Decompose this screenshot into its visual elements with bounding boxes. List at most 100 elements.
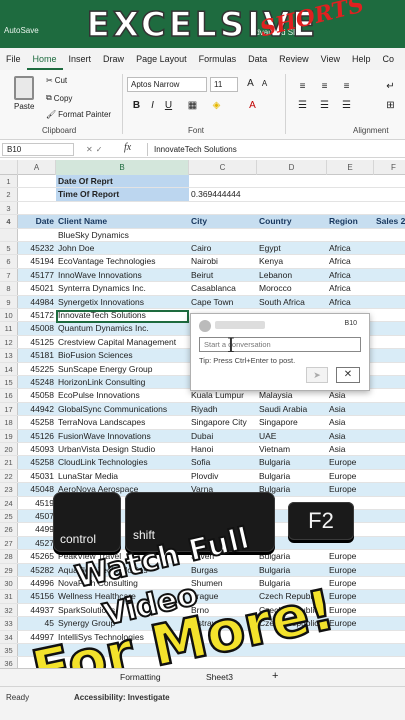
align-top-icon[interactable]: ≡ bbox=[296, 80, 309, 94]
cell-e[interactable]: Region bbox=[327, 215, 374, 227]
cell-f[interactable] bbox=[374, 604, 405, 616]
cell-e[interactable]: Europe bbox=[327, 577, 374, 589]
format-painter-button[interactable]: 🖌 Format Painter bbox=[46, 110, 111, 119]
cell-c[interactable]: Kuala Lumpur bbox=[189, 389, 257, 401]
copy-button[interactable]: ⧉ Copy bbox=[46, 93, 72, 103]
cell-c[interactable]: Hanoi bbox=[189, 443, 257, 455]
cell-d[interactable]: UAE bbox=[257, 430, 327, 442]
comment-input[interactable]: Start a conversation bbox=[199, 337, 361, 352]
menu-draw[interactable]: Draw bbox=[97, 48, 130, 70]
align-center-icon[interactable]: ☰ bbox=[318, 99, 331, 113]
cell-b[interactable]: Date Of Reprt bbox=[56, 175, 189, 188]
cell-b[interactable]: InnoWave Innovations bbox=[56, 269, 189, 281]
cell-a[interactable]: 45194 bbox=[18, 255, 56, 267]
cell-b[interactable]: John Doe bbox=[56, 242, 189, 254]
cell-b[interactable]: UrbanVista Design Studio bbox=[56, 443, 189, 455]
row-header[interactable]: 9 bbox=[0, 295, 18, 308]
cell-c[interactable]: Cairo bbox=[189, 242, 257, 254]
cell-e[interactable]: Asia bbox=[327, 389, 374, 401]
cell-e[interactable]: Asia bbox=[327, 403, 374, 415]
cell-e[interactable]: Asia bbox=[327, 416, 374, 428]
cell-d[interactable]: Vietnam bbox=[257, 443, 327, 455]
cell-e[interactable]: Africa bbox=[327, 255, 374, 267]
cell-f[interactable] bbox=[374, 590, 405, 602]
cell-e[interactable]: Europe bbox=[327, 483, 374, 495]
cell-f[interactable] bbox=[374, 255, 405, 267]
row-header[interactable]: 15 bbox=[0, 376, 18, 389]
cell-e[interactable] bbox=[327, 175, 374, 187]
cell-f[interactable] bbox=[374, 483, 405, 495]
cell-f[interactable] bbox=[374, 322, 405, 334]
row-header[interactable]: 34 bbox=[0, 630, 18, 643]
cell-f[interactable] bbox=[374, 175, 405, 187]
cell-f[interactable] bbox=[374, 363, 405, 375]
cell-f[interactable] bbox=[374, 430, 405, 442]
cell-d[interactable]: Morocco bbox=[257, 282, 327, 294]
cell-e[interactable]: Europe bbox=[327, 564, 374, 576]
row-header[interactable]: 25 bbox=[0, 510, 18, 523]
row-header[interactable]: 7 bbox=[0, 268, 18, 282]
cell-d[interactable] bbox=[257, 188, 327, 200]
row-header[interactable]: 10 bbox=[0, 309, 18, 322]
row-header[interactable]: 2 bbox=[0, 188, 18, 201]
cell-c[interactable]: Sofia bbox=[189, 456, 257, 468]
cell-a[interactable]: 45258 bbox=[18, 416, 56, 428]
row-header[interactable]: 8 bbox=[0, 282, 18, 295]
sheet-tab-formatting[interactable]: Formatting bbox=[120, 672, 161, 682]
row-header[interactable]: 16 bbox=[0, 389, 18, 402]
row-header[interactable]: 24 bbox=[0, 496, 18, 509]
cell-b[interactable]: Client Name bbox=[56, 215, 189, 227]
cell-f[interactable] bbox=[374, 537, 405, 549]
cell-c[interactable] bbox=[189, 202, 257, 214]
cell-a[interactable]: 45008 bbox=[18, 322, 56, 334]
row-header[interactable]: 26 bbox=[0, 523, 18, 536]
cell-f[interactable] bbox=[374, 403, 405, 415]
cell-d[interactable]: Kenya bbox=[257, 255, 327, 267]
row-header[interactable]: 11 bbox=[0, 322, 18, 335]
column-header-f[interactable]: F bbox=[374, 160, 405, 175]
cell-c[interactable]: Beirut bbox=[189, 269, 257, 281]
cell-b[interactable]: FusionWave Innovations bbox=[56, 430, 189, 442]
cell-e[interactable] bbox=[327, 657, 374, 668]
cell-e[interactable]: Africa bbox=[327, 282, 374, 294]
cell-f[interactable] bbox=[374, 550, 405, 562]
cell-a[interactable]: 45 bbox=[18, 617, 56, 629]
cell-a[interactable]: 4519 bbox=[18, 497, 56, 509]
cell-e[interactable] bbox=[327, 644, 374, 656]
cell-b[interactable]: SunScape Energy Group bbox=[56, 363, 189, 375]
cell-c[interactable]: Singapore City bbox=[189, 416, 257, 428]
name-box[interactable]: B10 bbox=[2, 143, 74, 156]
cell-d[interactable]: South Africa bbox=[257, 296, 327, 308]
cell-f[interactable] bbox=[374, 617, 405, 629]
cell-b[interactable]: Synergetix Innovations bbox=[56, 296, 189, 308]
cell-a[interactable]: 45232 bbox=[18, 242, 56, 254]
cell-b[interactable]: LunaStar Media bbox=[56, 470, 189, 482]
row-header[interactable]: 14 bbox=[0, 362, 18, 375]
menu-file[interactable]: File bbox=[0, 48, 27, 70]
cell-b[interactable]: GlobalSync Communications bbox=[56, 403, 189, 415]
row-header[interactable]: 30 bbox=[0, 577, 18, 590]
cell-a[interactable]: 45031 bbox=[18, 470, 56, 482]
sheet-tab-sheet3[interactable]: Sheet3 bbox=[206, 672, 233, 682]
menu-formulas[interactable]: Formulas bbox=[193, 48, 243, 70]
cell-c[interactable]: Riyadh bbox=[189, 403, 257, 415]
cell-e[interactable] bbox=[327, 202, 374, 214]
cell-c[interactable]: Dubai bbox=[189, 430, 257, 442]
cell-f[interactable] bbox=[374, 443, 405, 455]
cell-e[interactable]: Europe bbox=[327, 470, 374, 482]
row-header[interactable]: 32 bbox=[0, 603, 18, 617]
cell-f[interactable] bbox=[374, 657, 405, 668]
cell-e[interactable]: Europe bbox=[327, 550, 374, 562]
cell-e[interactable]: Asia bbox=[327, 443, 374, 455]
cell-d[interactable]: Singapore bbox=[257, 416, 327, 428]
cell-f[interactable] bbox=[374, 336, 405, 348]
cell-a[interactable]: 45265 bbox=[18, 550, 56, 562]
cell-f[interactable] bbox=[374, 188, 405, 200]
row-header[interactable]: 22 bbox=[0, 469, 18, 483]
cell-f[interactable] bbox=[374, 577, 405, 589]
column-header-d[interactable]: D bbox=[257, 160, 327, 175]
cell-a[interactable]: 45282 bbox=[18, 564, 56, 576]
select-all-corner[interactable] bbox=[0, 160, 18, 175]
cell-d[interactable] bbox=[257, 175, 327, 187]
cell-d[interactable]: Egypt bbox=[257, 242, 327, 254]
